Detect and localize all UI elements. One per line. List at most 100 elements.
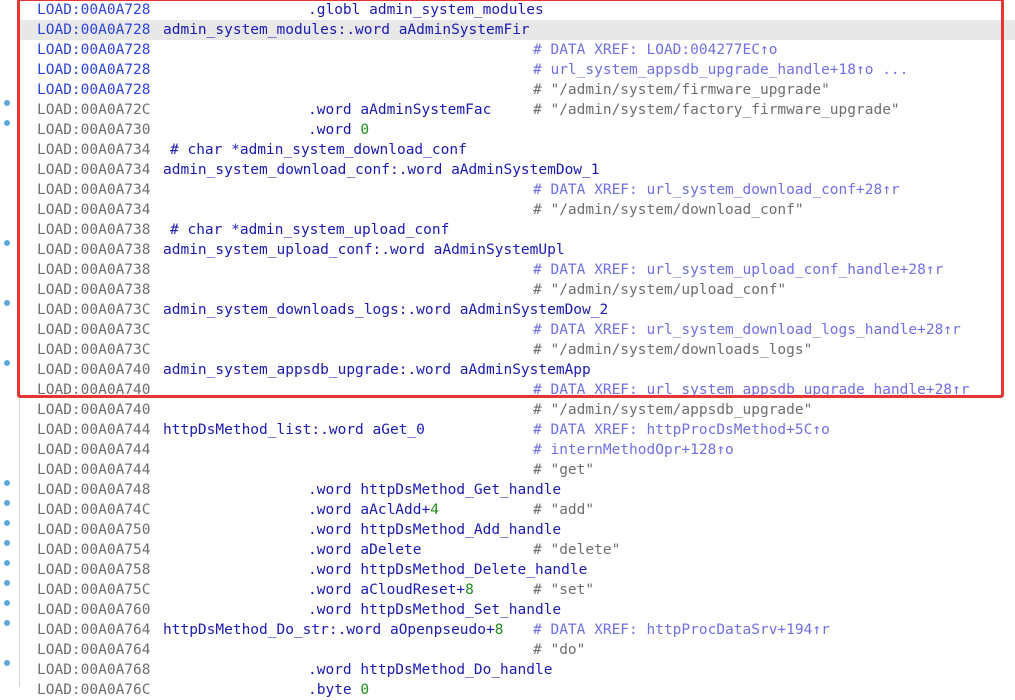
address[interactable]: LOAD:00A0A748 [37, 480, 151, 500]
instruction[interactable]: .word aAdminSystemFac [308, 100, 491, 120]
listing-line[interactable]: LOAD:00A0A728 admin_system_modules:.word … [20, 20, 1015, 40]
listing-line[interactable]: LOAD:00A0A738 admin_system_upload_conf:.w… [20, 240, 1015, 260]
listing-line[interactable]: LOAD:00A0A758 .word httpDsMethod_Delete_h… [20, 560, 1015, 580]
numeric-operand[interactable]: 4 [430, 502, 439, 518]
listing-line[interactable]: LOAD:00A0A744 httpDsMethod_list:.word aGe… [20, 420, 1015, 440]
address[interactable]: LOAD:00A0A740 [37, 360, 151, 380]
margin-gutter[interactable] [0, 0, 20, 687]
address[interactable]: LOAD:00A0A728 [37, 60, 151, 80]
label-text[interactable]: admin_system_downloads_logs:.word aAdmin… [163, 302, 608, 318]
address[interactable]: LOAD:00A0A728 [37, 80, 151, 100]
gutter-marker-icon[interactable] [4, 360, 10, 366]
listing-line[interactable]: LOAD:00A0A754 .word aDelete # "delete" [20, 540, 1015, 560]
instruction[interactable]: .word aCloudReset+8 [308, 580, 474, 600]
instruction-text[interactable]: .byte [308, 682, 360, 698]
gutter-marker-icon[interactable] [4, 240, 10, 246]
label-definition[interactable]: httpDsMethod_Do_str:.word aOpenpseudo+8 [163, 620, 503, 640]
listing-line[interactable]: LOAD:00A0A734 # "/admin/system/download_c… [20, 200, 1015, 220]
address[interactable]: LOAD:00A0A738 [37, 240, 151, 260]
listing-line[interactable]: LOAD:00A0A73C # DATA XREF: url_system_dow… [20, 320, 1015, 340]
address[interactable]: LOAD:00A0A734 [37, 200, 151, 220]
listing-line[interactable]: LOAD:00A0A748 .word httpDsMethod_Get_hand… [20, 480, 1015, 500]
gutter-marker-icon[interactable] [4, 660, 10, 666]
listing-line[interactable]: LOAD:00A0A764 httpDsMethod_Do_str:.word a… [20, 620, 1015, 640]
listing-line[interactable]: LOAD:00A0A738 # char *admin_system_upload… [20, 220, 1015, 240]
listing-line[interactable]: LOAD:00A0A728 # "/admin/system/firmware_u… [20, 80, 1015, 100]
instruction-text[interactable]: .word [308, 122, 360, 138]
gutter-marker-icon[interactable] [4, 560, 10, 566]
gutter-marker-icon[interactable] [4, 300, 10, 306]
address[interactable]: LOAD:00A0A72C [37, 100, 151, 120]
address[interactable]: LOAD:00A0A754 [37, 540, 151, 560]
instruction-text[interactable]: .word aDelete [308, 542, 422, 558]
address[interactable]: LOAD:00A0A734 [37, 180, 151, 200]
instruction-text[interactable]: .word httpDsMethod_Get_handle [308, 482, 561, 498]
address[interactable]: LOAD:00A0A750 [37, 520, 151, 540]
address[interactable]: LOAD:00A0A764 [37, 620, 151, 640]
instruction[interactable]: .word aDelete [308, 540, 422, 560]
address[interactable]: LOAD:00A0A734 [37, 160, 151, 180]
listing-line[interactable]: LOAD:00A0A76C .byte 0 [20, 680, 1015, 700]
listing-line[interactable]: LOAD:00A0A764 # "do" [20, 640, 1015, 660]
address[interactable]: LOAD:00A0A74C [37, 500, 151, 520]
gutter-marker-icon[interactable] [4, 480, 10, 486]
instruction-text[interactable]: .globl admin_system_modules [308, 2, 544, 18]
listing-line[interactable]: LOAD:00A0A740 # DATA XREF: url_system_app… [20, 380, 1015, 400]
address[interactable]: LOAD:00A0A728 [37, 20, 151, 40]
listing-line[interactable]: LOAD:00A0A744 # internMethodOpr+128↑o [20, 440, 1015, 460]
listing-line[interactable]: LOAD:00A0A738 # DATA XREF: url_system_upl… [20, 260, 1015, 280]
instruction[interactable]: .byte 0 [308, 680, 369, 700]
gutter-marker-icon[interactable] [4, 500, 10, 506]
instruction-text[interactable]: .word aAdminSystemFac [308, 102, 491, 118]
address[interactable]: LOAD:00A0A768 [37, 660, 151, 680]
gutter-marker-icon[interactable] [4, 580, 10, 586]
address[interactable]: LOAD:00A0A75C [37, 580, 151, 600]
address[interactable]: LOAD:00A0A734 [37, 140, 151, 160]
listing-line[interactable]: LOAD:00A0A734 # DATA XREF: url_system_dow… [20, 180, 1015, 200]
label-text[interactable]: admin_system_modules:.word aAdminSystemF… [163, 22, 530, 38]
listing-line[interactable]: LOAD:00A0A740 # "/admin/system/appsdb_upg… [20, 400, 1015, 420]
numeric-operand[interactable]: 0 [360, 122, 369, 138]
listing-line[interactable]: LOAD:00A0A750 .word httpDsMethod_Add_hand… [20, 520, 1015, 540]
instruction[interactable]: .word aAclAdd+4 [308, 500, 439, 520]
label-definition[interactable]: admin_system_download_conf:.word aAdminS… [163, 160, 600, 180]
listing-line[interactable]: LOAD:00A0A768 .word httpDsMethod_Do_handl… [20, 660, 1015, 680]
listing-line[interactable]: LOAD:00A0A75C .word aCloudReset+8 # "set" [20, 580, 1015, 600]
label-definition[interactable]: admin_system_downloads_logs:.word aAdmin… [163, 300, 608, 320]
address[interactable]: LOAD:00A0A728 [37, 40, 151, 60]
address[interactable]: LOAD:00A0A73C [37, 340, 151, 360]
listing-line[interactable]: LOAD:00A0A734 admin_system_download_conf:… [20, 160, 1015, 180]
address[interactable]: LOAD:00A0A740 [37, 380, 151, 400]
listing-line[interactable]: LOAD:00A0A744 # "get" [20, 460, 1015, 480]
listing-line[interactable]: LOAD:00A0A74C .word aAclAdd+4 # "add" [20, 500, 1015, 520]
address[interactable]: LOAD:00A0A744 [37, 420, 151, 440]
address[interactable]: LOAD:00A0A73C [37, 300, 151, 320]
address[interactable]: LOAD:00A0A76C [37, 680, 151, 700]
instruction[interactable]: .word 0 [308, 120, 369, 140]
listing-line[interactable]: LOAD:00A0A738 # "/admin/system/upload_con… [20, 280, 1015, 300]
listing-line[interactable]: LOAD:00A0A740 admin_system_appsdb_upgrade… [20, 360, 1015, 380]
disassembly-listing[interactable]: LOAD:00A0A728 .globl admin_system_modules… [20, 0, 1015, 700]
listing-line[interactable]: LOAD:00A0A73C admin_system_downloads_logs… [20, 300, 1015, 320]
address[interactable]: LOAD:00A0A760 [37, 600, 151, 620]
address[interactable]: LOAD:00A0A728 [37, 0, 151, 20]
instruction-text[interactable]: .word aCloudReset+ [308, 582, 465, 598]
instruction[interactable]: .globl admin_system_modules [308, 0, 544, 20]
gutter-marker-icon[interactable] [4, 100, 10, 106]
listing-line[interactable]: LOAD:00A0A728 # url_system_appsdb_upgrade… [20, 60, 1015, 80]
instruction-text[interactable]: .word httpDsMethod_Set_handle [308, 602, 561, 618]
numeric-operand[interactable]: 0 [360, 682, 369, 698]
listing-line[interactable]: LOAD:00A0A728 .globl admin_system_modules [20, 0, 1015, 20]
listing-line[interactable]: LOAD:00A0A760 .word httpDsMethod_Set_hand… [20, 600, 1015, 620]
address[interactable]: LOAD:00A0A738 [37, 260, 151, 280]
instruction-text[interactable]: .word httpDsMethod_Add_handle [308, 522, 561, 538]
address[interactable]: LOAD:00A0A758 [37, 560, 151, 580]
label-text[interactable]: httpDsMethod_list:.word aGet_0 [163, 422, 425, 438]
address[interactable]: LOAD:00A0A738 [37, 280, 151, 300]
instruction-text[interactable]: .word aAclAdd+ [308, 502, 430, 518]
gutter-marker-icon[interactable] [4, 120, 10, 126]
gutter-marker-icon[interactable] [4, 520, 10, 526]
listing-line[interactable]: LOAD:00A0A730 .word 0 [20, 120, 1015, 140]
address[interactable]: LOAD:00A0A764 [37, 640, 151, 660]
numeric-operand[interactable]: 8 [465, 582, 474, 598]
